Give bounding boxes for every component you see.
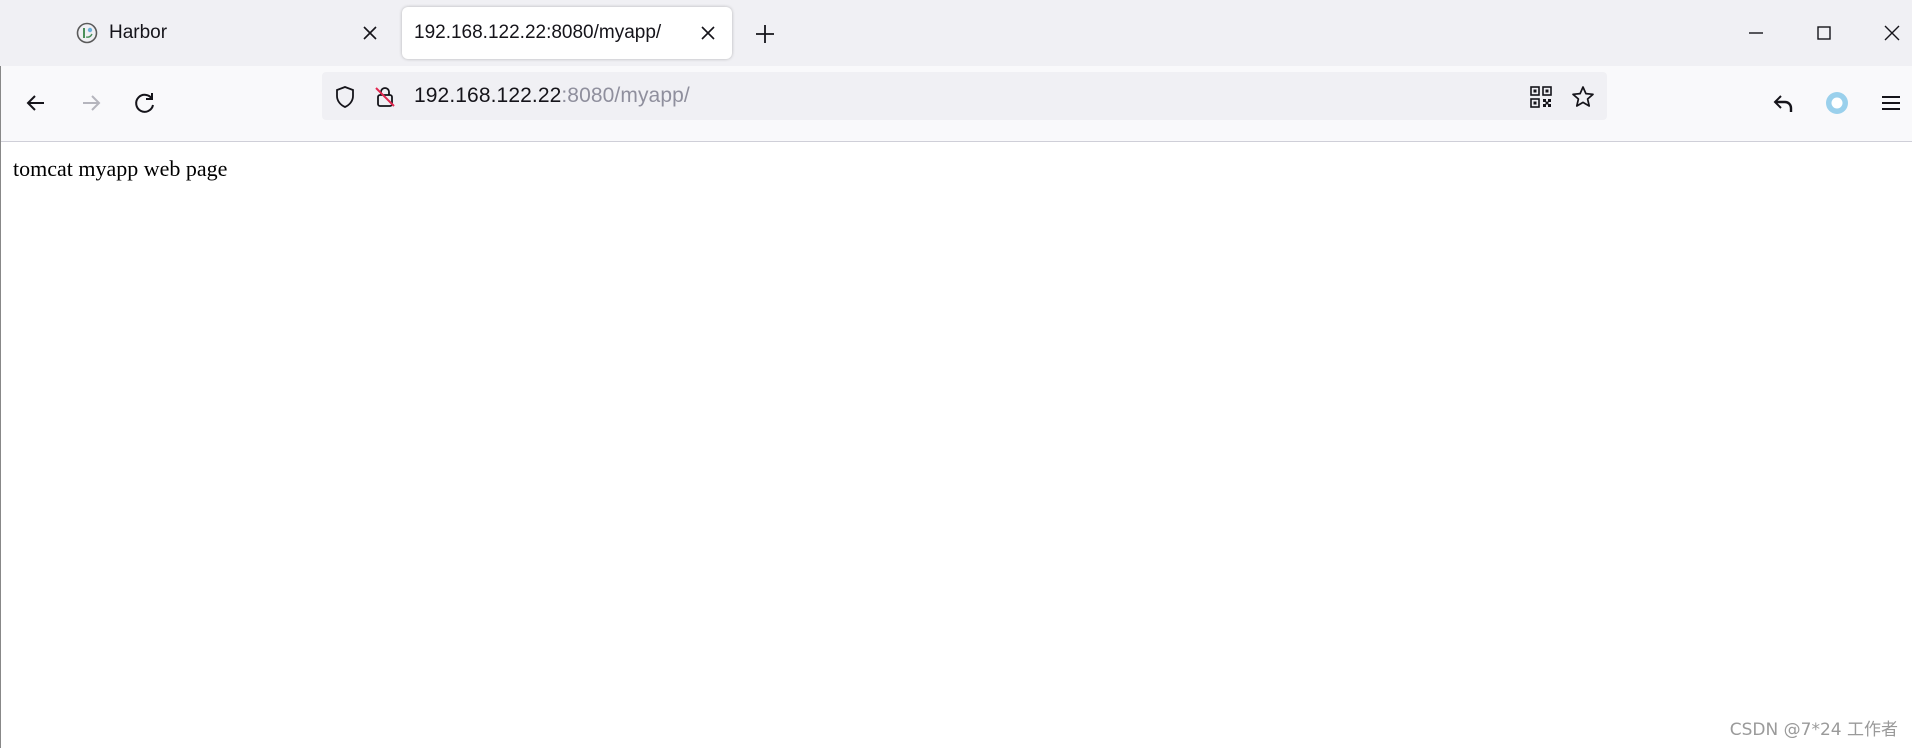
tab-label: 192.168.122.22:8080/myapp/ (414, 22, 662, 43)
hamburger-menu-icon[interactable] (1877, 89, 1905, 117)
undo-arrow-icon[interactable] (1770, 89, 1798, 117)
close-icon[interactable] (698, 23, 718, 43)
url-host: 192.168.122.22 (414, 84, 562, 107)
watermark: CSDN @7*24 工作者 (1729, 720, 1898, 740)
tab-harbor[interactable]: Harbor (68, 7, 394, 59)
url-bar[interactable]: 192.168.122.22:8080/myapp/ (322, 72, 1607, 120)
url-path: :8080/myapp/ (561, 84, 690, 107)
minimize-icon[interactable] (1743, 20, 1769, 46)
browser-window: Harbor 192.168.122.22:8080/myapp/ 192.16… (0, 0, 1912, 748)
navigation-toolbar: 192.168.122.22:8080/myapp/ (0, 66, 1912, 142)
tab-strip: Harbor 192.168.122.22:8080/myapp/ (0, 0, 1912, 66)
qr-code-icon[interactable] (1528, 84, 1554, 110)
maximize-icon[interactable] (1811, 20, 1837, 46)
page-body-text: tomcat myapp web page (13, 156, 228, 181)
reload-button[interactable] (131, 89, 159, 117)
close-icon[interactable] (360, 23, 380, 43)
shield-icon[interactable] (332, 84, 358, 110)
window-border (0, 66, 1, 748)
close-window-icon[interactable] (1879, 20, 1905, 46)
insecure-lock-icon[interactable] (372, 84, 398, 110)
harbor-logo-icon (76, 22, 98, 44)
forward-button[interactable] (77, 89, 105, 117)
tab-label: Harbor (109, 22, 168, 43)
url-text[interactable]: 192.168.122.22:8080/myapp/ (414, 84, 690, 108)
new-tab-button[interactable] (752, 21, 778, 47)
back-button[interactable] (22, 89, 50, 117)
star-icon[interactable] (1570, 84, 1596, 110)
page-content: tomcat myapp web page CSDN @7*24 工作者 (0, 142, 1912, 748)
tab-myapp[interactable]: 192.168.122.22:8080/myapp/ (402, 7, 732, 59)
profile-circle-icon[interactable] (1823, 89, 1851, 117)
